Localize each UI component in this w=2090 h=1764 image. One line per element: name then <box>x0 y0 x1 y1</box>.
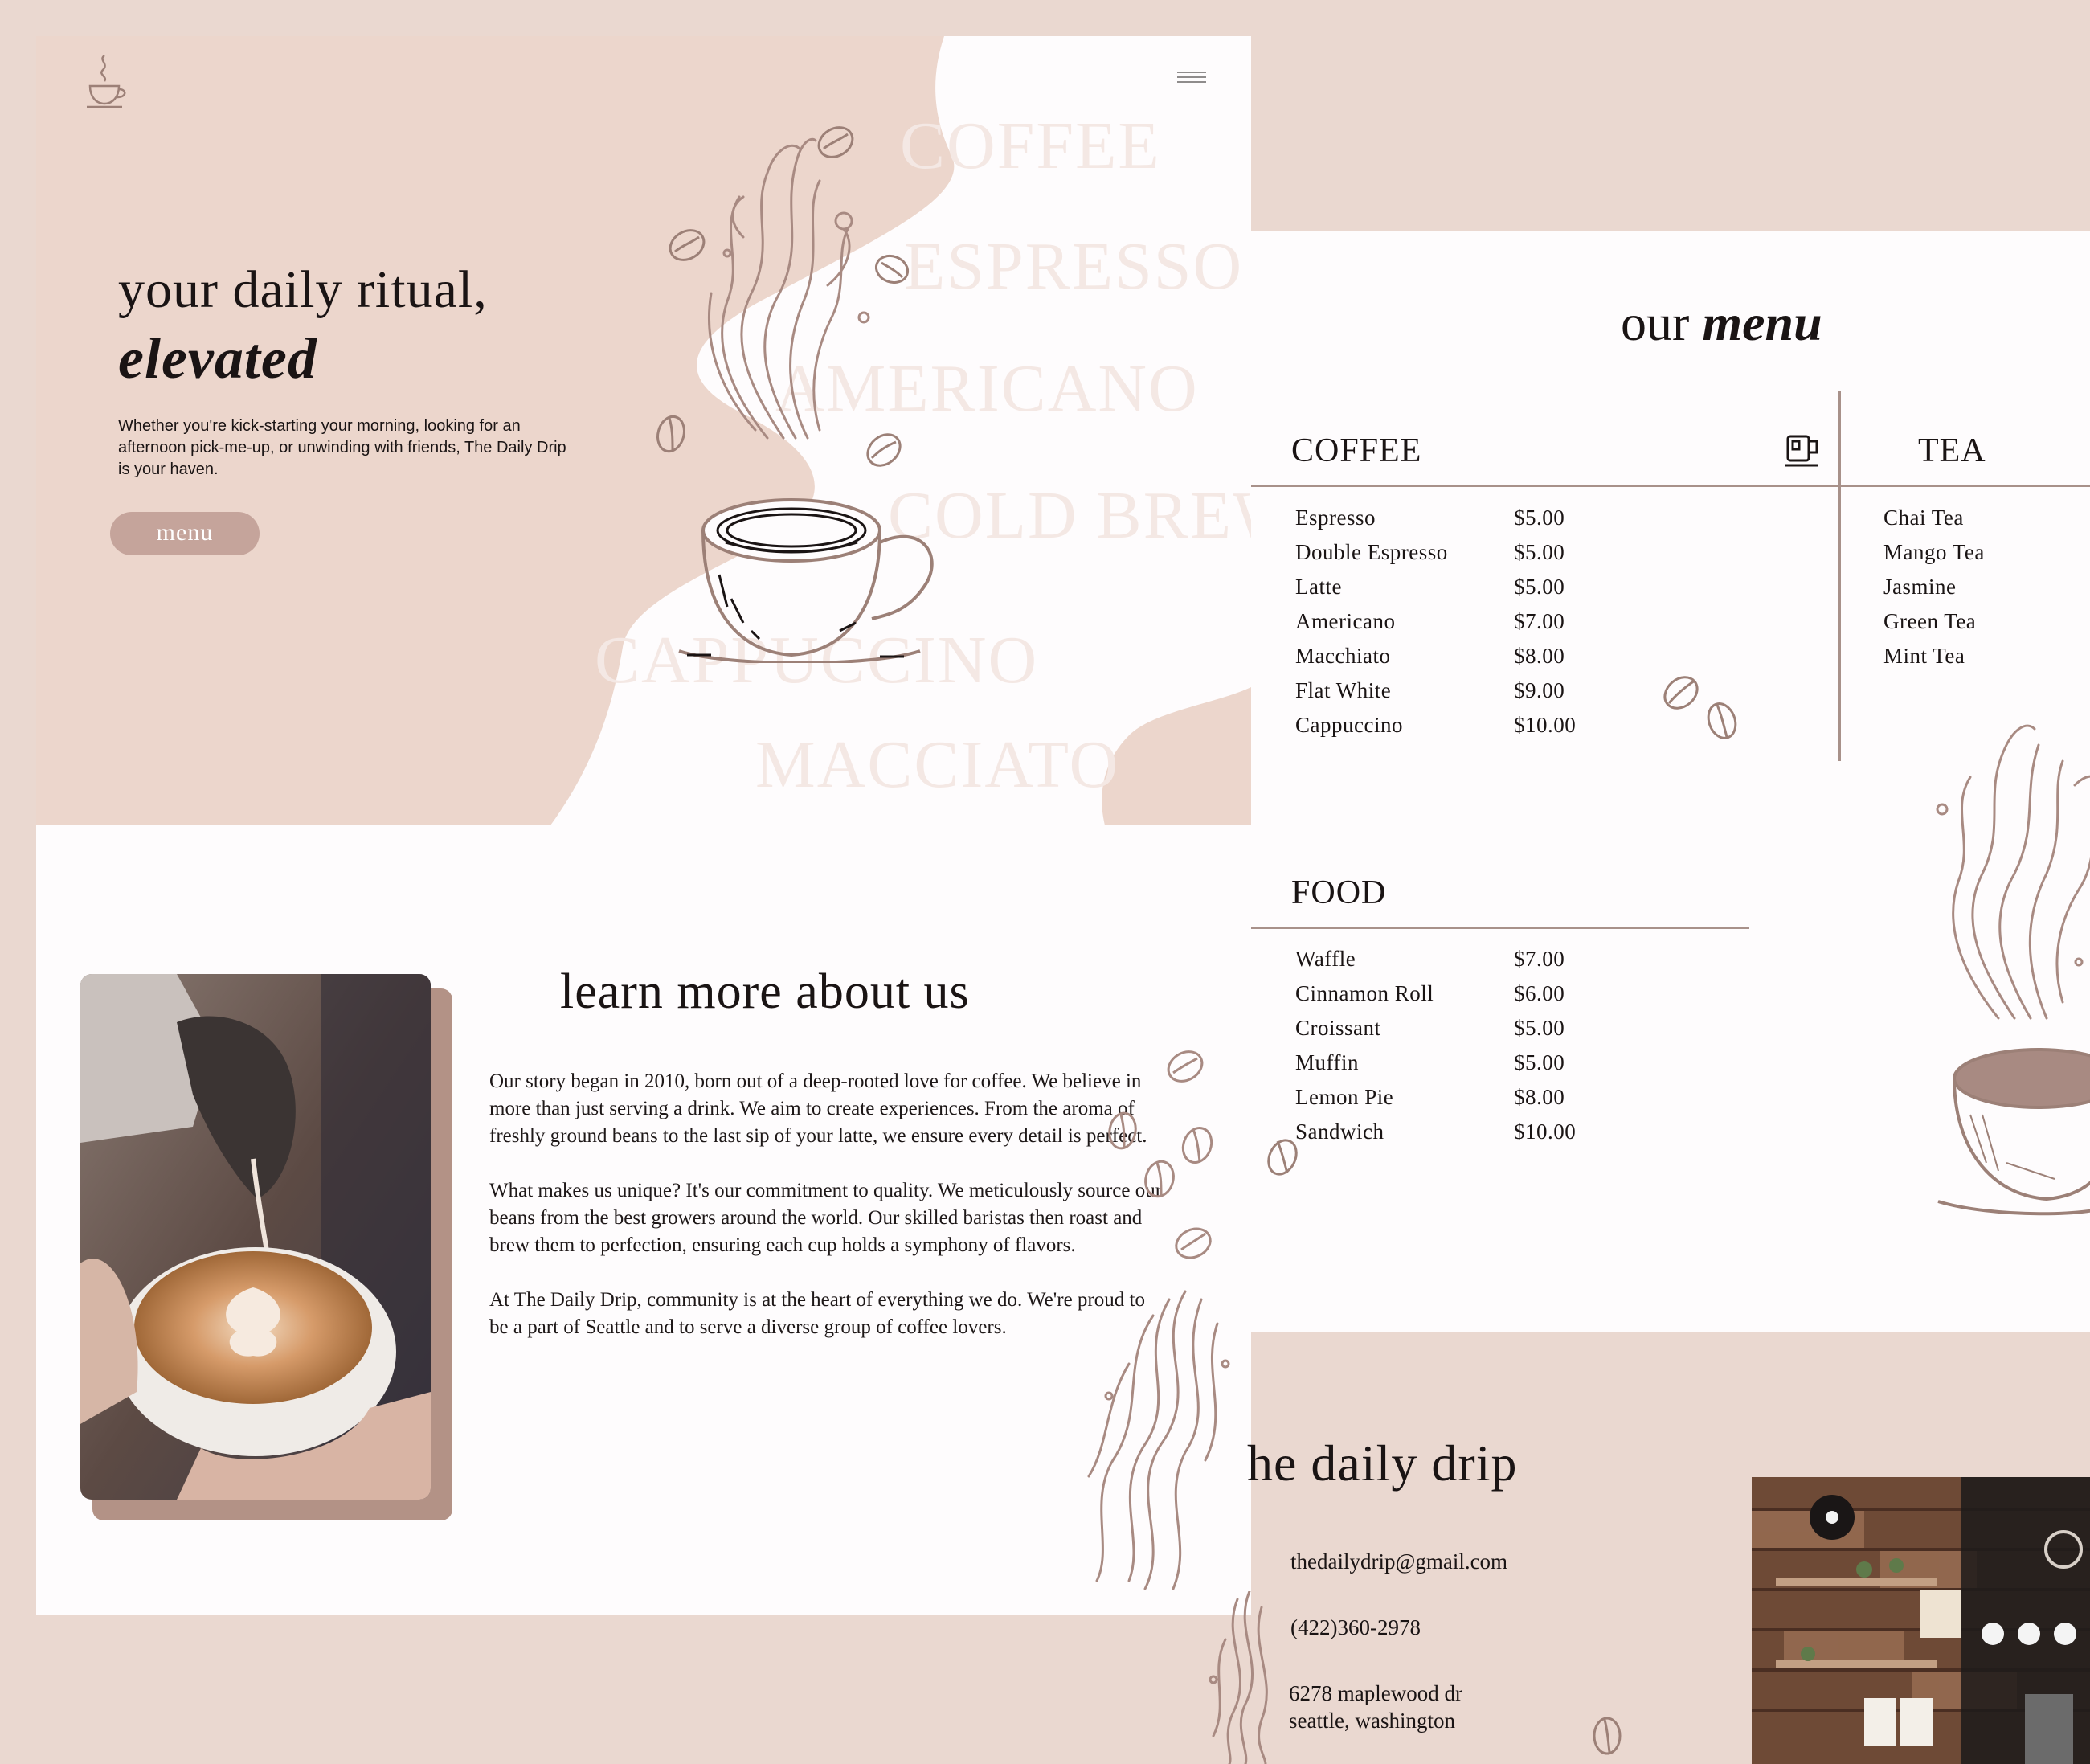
menu-item-price: $5.00 <box>1514 1050 1565 1074</box>
hero-description: Whether you're kick-starting your mornin… <box>118 417 566 478</box>
tea-item-name: Green Tea <box>1883 609 1977 633</box>
tea-item-name: Chai Tea <box>1883 505 1964 530</box>
tea-item-name: Jasmine <box>1883 575 1957 599</box>
menu-item-price: $6.00 <box>1514 981 1565 1005</box>
contact-email[interactable]: thedailydrip@gmail.com <box>1290 1549 1507 1574</box>
menu-column-divider <box>1838 391 1841 761</box>
steaming-coffee-cup-illustration <box>656 126 934 663</box>
menu-button[interactable]: menu <box>110 512 260 555</box>
menu-item-price: $8.00 <box>1514 644 1565 668</box>
coffee-steam-beans-illustration <box>1087 1050 1230 1590</box>
menu-section: our menu COFFEE TEA Espresso $5.00 Doubl… <box>1251 231 2090 1332</box>
contact-phone[interactable]: (422)360-2978 <box>1290 1615 1421 1640</box>
coffee-bean-icon <box>1267 1139 1298 1176</box>
menu-item-price: $7.00 <box>1514 947 1565 971</box>
menu-item-price: $7.00 <box>1514 609 1565 633</box>
tea-item-name: Mint Tea <box>1883 644 1965 668</box>
menu-item-price: $5.00 <box>1514 575 1565 599</box>
menu-item-price: $5.00 <box>1514 540 1565 564</box>
coffee-category-title: COFFEE <box>1291 432 1422 469</box>
menu-item-name: Muffin <box>1295 1050 1360 1074</box>
coffee-steam-illustration <box>1209 1591 1268 1764</box>
coffee-cup-logo-icon[interactable] <box>80 52 129 113</box>
menu-item-price: $5.00 <box>1514 505 1565 530</box>
food-category-title: FOOD <box>1291 874 1387 911</box>
cafe-interior-photo <box>1752 1477 2090 1764</box>
menu-item-name: Waffle <box>1295 947 1356 971</box>
menu-heading-prefix: our <box>1621 294 1690 351</box>
contact-address-line1: 6278 maplewood dr <box>1289 1681 1462 1705</box>
coffee-beans-icon <box>1663 676 1737 739</box>
tea-category-title: TEA <box>1918 432 1986 469</box>
menu-item-name: Double Espresso <box>1295 540 1448 564</box>
menu-item-price: $10.00 <box>1514 713 1577 737</box>
menu-item-price: $10.00 <box>1514 1119 1577 1144</box>
menu-item-price: $9.00 <box>1514 678 1565 702</box>
menu-item-name: Croissant <box>1295 1016 1381 1040</box>
menu-heading: our menu <box>1621 293 1822 353</box>
about-section: learn more about us Our story began in 2… <box>36 825 1251 1615</box>
contact-title: he daily drip <box>1247 1435 1518 1492</box>
menu-heading-bold: menu <box>1702 294 1822 351</box>
menu-item-name: Latte <box>1295 575 1342 599</box>
about-title: learn more about us <box>560 964 970 1019</box>
hero-bg-word: MACCIATO <box>755 727 1120 802</box>
menu-item-name: Americano <box>1295 609 1396 633</box>
steaming-coffee-cup-illustration <box>1936 724 2090 1216</box>
tea-item-name: Mango Tea <box>1883 540 1985 564</box>
menu-item-name: Flat White <box>1295 678 1392 702</box>
coffee-mug-icon <box>1785 435 1818 467</box>
menu-item-price: $5.00 <box>1514 1016 1565 1040</box>
hero-title: your daily ritual, <box>118 260 488 319</box>
hamburger-menu-icon[interactable] <box>1176 68 1208 86</box>
menu-item-name: Espresso <box>1295 505 1376 530</box>
contact-address-line2: seattle, washington <box>1289 1709 1455 1733</box>
hero-title-emphasis: elevated <box>118 326 317 391</box>
food-divider <box>1251 927 1749 929</box>
coffee-bean-icon <box>1593 1717 1622 1755</box>
hero-section: COFFEE ESPRESSO AMERICANO COLD BREW CAPP… <box>36 36 1251 825</box>
menu-item-name: Cappuccino <box>1295 713 1403 737</box>
menu-item-price: $8.00 <box>1514 1085 1565 1109</box>
menu-item-name: Cinnamon Roll <box>1295 981 1434 1005</box>
menu-item-name: Macchiato <box>1295 644 1391 668</box>
latte-art-photo <box>80 974 431 1500</box>
menu-item-name: Lemon Pie <box>1295 1085 1394 1109</box>
coffee-divider <box>1251 485 2090 487</box>
